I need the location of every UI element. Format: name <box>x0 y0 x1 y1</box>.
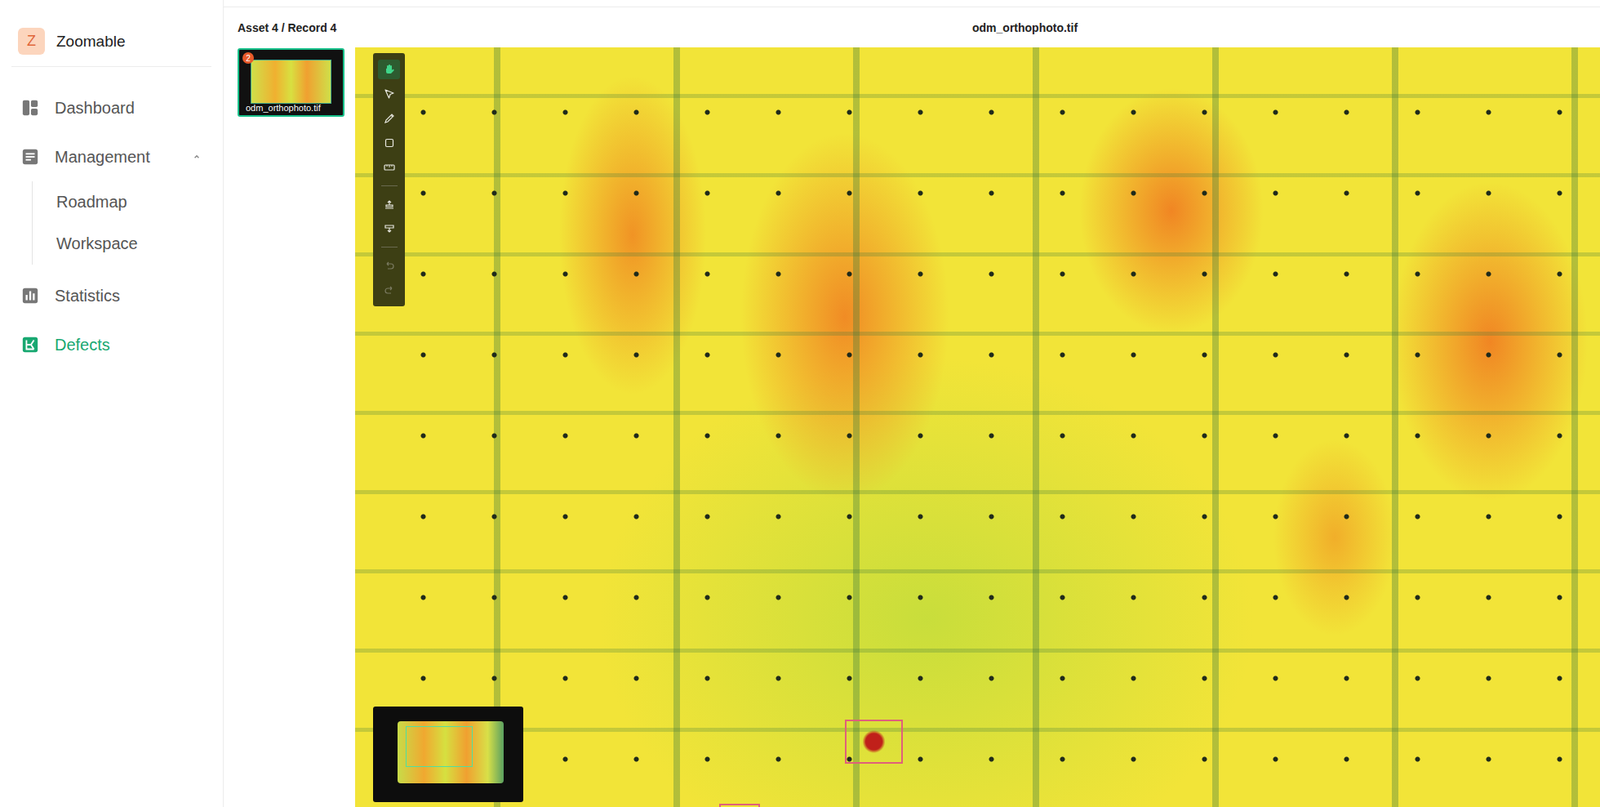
statistics-icon <box>21 286 40 305</box>
sidebar-item-label: Defects <box>54 335 202 355</box>
redo-icon <box>382 283 396 297</box>
sidebar-item[interactable]: Statistics <box>11 271 212 320</box>
management-icon <box>21 147 40 166</box>
brand-name: Zoomable <box>56 32 126 51</box>
image-viewer[interactable] <box>355 47 1600 807</box>
defect-box[interactable] <box>844 719 903 764</box>
thumbnail-image <box>250 59 332 104</box>
sidebar-item-label: Management <box>54 147 177 167</box>
workspace: 2 odm_orthophoto.tif <box>223 47 1600 807</box>
header: Asset 4 / Record 4 odm_orthophoto.tif <box>223 7 1600 48</box>
logo-icon: Z <box>17 27 45 55</box>
square-icon <box>382 136 396 150</box>
pencil-icon <box>382 111 396 125</box>
sidebar-item-label: Statistics <box>54 286 202 306</box>
ruler-icon <box>382 160 396 174</box>
orthophoto[interactable] <box>355 47 1600 807</box>
stamp-down-tool[interactable] <box>377 218 400 239</box>
undo-icon <box>382 258 396 272</box>
square-tool[interactable] <box>377 133 400 153</box>
ruler-tool[interactable] <box>377 157 400 178</box>
undo-tool[interactable] <box>377 255 400 276</box>
stamp-down-icon <box>382 222 396 236</box>
stamp-up-icon <box>382 197 396 211</box>
minimap-image <box>397 720 504 783</box>
redo-tool[interactable] <box>377 280 400 300</box>
sidebar: Z Zoomable Dashboard Management RoadmapW… <box>0 0 224 807</box>
sidebar-nav: Dashboard Management RoadmapWorkspace St… <box>11 66 212 369</box>
toolbar-separator <box>381 185 398 187</box>
app: Z Zoomable Dashboard Management RoadmapW… <box>0 0 1600 807</box>
thumbnail-strip: 2 odm_orthophoto.tif <box>223 47 356 807</box>
sidebar-subitem[interactable]: Workspace <box>56 222 212 265</box>
minimap-viewport[interactable] <box>405 725 473 767</box>
sidebar-item[interactable]: Defects <box>11 320 212 369</box>
hand-tool[interactable] <box>377 59 400 80</box>
stamp-up-tool[interactable] <box>377 194 400 214</box>
thumbnail-badge: 2 <box>242 52 254 64</box>
minimap[interactable] <box>373 706 524 802</box>
toolbar-separator <box>381 246 398 248</box>
sidebar-subnav: RoadmapWorkspace <box>31 181 212 265</box>
pointer-icon <box>382 87 396 101</box>
defects-icon <box>21 335 40 354</box>
sidebar-item-label: Dashboard <box>54 98 202 118</box>
pointer-tool[interactable] <box>377 84 400 104</box>
dashboard-icon <box>21 98 40 117</box>
breadcrumb: Asset 4 / Record 4 <box>237 21 565 35</box>
defect-box[interactable] <box>719 803 760 807</box>
top-divider <box>223 0 1600 8</box>
caret-up-icon <box>191 151 202 162</box>
toolbar <box>373 53 405 307</box>
pencil-tool[interactable] <box>377 108 400 129</box>
sidebar-subitem[interactable]: Roadmap <box>56 181 212 223</box>
sidebar-item[interactable]: Management <box>11 132 212 182</box>
main: Asset 4 / Record 4 odm_orthophoto.tif 2 … <box>223 0 1600 807</box>
hand-icon <box>382 62 396 76</box>
brand[interactable]: Z Zoomable <box>11 0 212 67</box>
thumbnail[interactable]: 2 odm_orthophoto.tif <box>237 48 345 117</box>
sidebar-item[interactable]: Dashboard <box>11 83 212 133</box>
thumbnail-label: odm_orthophoto.tif <box>245 102 321 113</box>
file-title: odm_orthophoto.tif <box>564 21 1078 35</box>
